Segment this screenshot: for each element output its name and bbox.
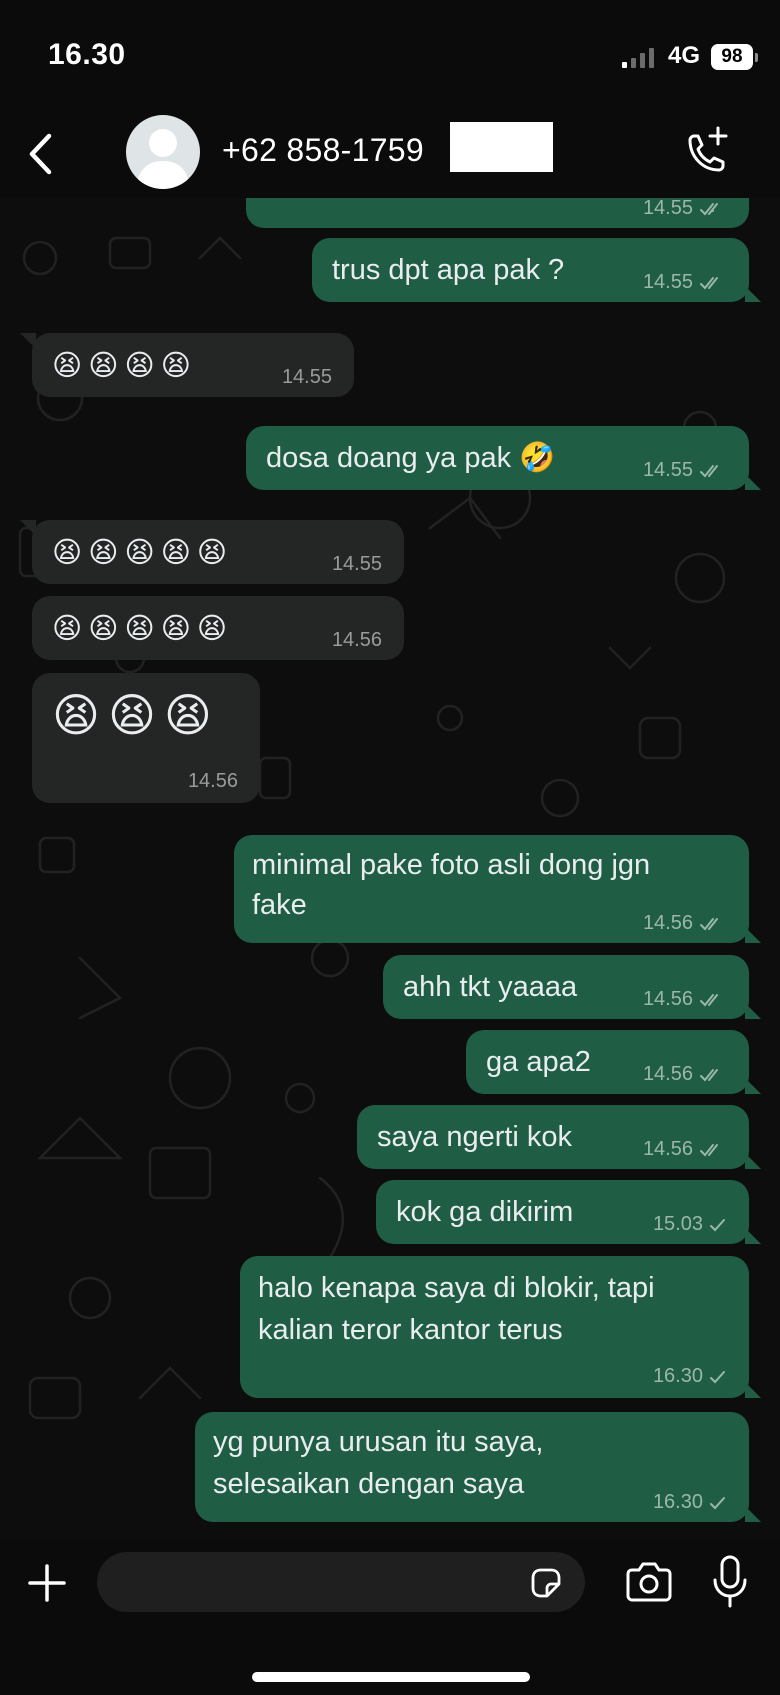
message-meta: 16.30 xyxy=(653,1491,727,1514)
network-type: 4G xyxy=(668,42,701,69)
message-input-wrapper xyxy=(97,1552,585,1614)
message-text-line: halo kenapa saya di blokir, tapi xyxy=(258,1272,655,1304)
message-text-line: fake xyxy=(252,889,307,921)
message-text: dosa doang ya pak 🤣 xyxy=(266,442,556,474)
message-bubble-outgoing[interactable]: trus dpt apa pak ? 14.55 xyxy=(312,238,761,302)
sticker-icon xyxy=(531,1568,561,1598)
back-button[interactable] xyxy=(14,124,66,184)
message-bubble-outgoing[interactable]: halo kenapa saya di blokir, tapi kalian … xyxy=(240,1256,761,1398)
message-composer xyxy=(0,1540,780,1695)
camera-button[interactable] xyxy=(624,1560,674,1604)
attach-button[interactable] xyxy=(24,1560,70,1606)
message-time: 14.55 xyxy=(331,553,382,575)
message-meta: 14.56 xyxy=(643,912,727,935)
message-text: 😫😫😫😫 xyxy=(52,348,197,382)
message-time: 15.03 xyxy=(652,1213,703,1235)
camera-icon xyxy=(626,1562,672,1602)
message-bubble-outgoing[interactable]: ahh tkt yaaaa 14.56 xyxy=(383,955,761,1019)
message-time: 14.56 xyxy=(642,912,693,934)
message-time: 14.56 xyxy=(331,629,382,651)
message-bubble-outgoing[interactable]: minimal pake foto asli dong jgn fake 14.… xyxy=(234,835,761,943)
message-text-line: kalian teror kantor terus xyxy=(258,1314,563,1346)
signal-icon xyxy=(622,46,654,68)
double-check-icon xyxy=(700,1143,718,1156)
message-meta: 14.56 xyxy=(643,1063,727,1086)
message-bubble-outgoing[interactable]: 14.55 xyxy=(246,198,749,228)
message-text: 😫😫😫😫😫 xyxy=(52,535,234,569)
double-check-icon xyxy=(700,202,718,215)
message-text: kok ga dikirim xyxy=(396,1196,574,1228)
plus-icon xyxy=(28,1564,66,1602)
message-time: 14.56 xyxy=(187,770,238,792)
message-time: 14.55 xyxy=(642,271,693,293)
message-text: 😫😫😫😫😫 xyxy=(52,611,234,645)
message-input[interactable] xyxy=(117,1552,521,1614)
microphone-button[interactable] xyxy=(710,1554,750,1610)
message-meta: 14.56 xyxy=(643,988,727,1011)
message-bubble-outgoing[interactable]: saya ngerti kok 14.56 xyxy=(357,1105,761,1169)
message-text-line: yg punya urusan itu saya, xyxy=(213,1426,544,1458)
double-check-icon xyxy=(700,1068,718,1081)
message-time: 16.30 xyxy=(652,1365,703,1387)
add-call-button[interactable] xyxy=(676,124,732,180)
message-time: 16.30 xyxy=(652,1491,703,1513)
message-bubble-incoming[interactable]: 😫😫😫😫😫 14.56 xyxy=(32,596,404,660)
check-icon xyxy=(710,1218,725,1231)
status-time: 16.30 xyxy=(48,38,126,71)
message-bubble-outgoing[interactable]: yg punya urusan itu saya, selesaikan den… xyxy=(195,1412,761,1522)
message-text: ga apa2 xyxy=(486,1046,591,1078)
message-meta: 14.55 xyxy=(643,198,727,220)
message-meta: 14.55 xyxy=(332,553,382,576)
message-bubble-outgoing[interactable]: ga apa2 14.56 xyxy=(466,1030,761,1094)
sticker-button[interactable] xyxy=(529,1566,563,1600)
message-meta: 16.30 xyxy=(653,1365,727,1388)
message-bubble-outgoing[interactable]: dosa doang ya pak 🤣 14.55 xyxy=(246,426,761,490)
check-icon xyxy=(710,1496,725,1509)
message-meta: 14.56 xyxy=(332,629,382,652)
message-time: 14.56 xyxy=(642,988,693,1010)
battery-level: 98 xyxy=(711,44,758,70)
message-list[interactable]: 14.55 trus dpt apa pak ? 14.55 😫😫😫😫 14.5… xyxy=(0,198,780,1540)
double-check-icon xyxy=(700,464,718,477)
message-time: 14.56 xyxy=(642,1138,693,1160)
message-time: 14.55 xyxy=(281,366,332,388)
message-meta: 15.03 xyxy=(653,1213,727,1236)
message-text: 😫😫😫 xyxy=(52,688,220,742)
message-bubble-incoming[interactable]: 😫😫😫😫😫 14.55 xyxy=(20,520,404,584)
message-text-line: minimal pake foto asli dong jgn xyxy=(252,849,651,881)
double-check-icon xyxy=(700,276,718,289)
message-time: 14.56 xyxy=(642,1063,693,1085)
message-meta: 14.55 xyxy=(282,366,332,389)
double-check-icon xyxy=(700,993,718,1006)
avatar[interactable] xyxy=(126,115,200,189)
check-icon xyxy=(710,1370,725,1383)
message-meta: 14.56 xyxy=(643,1138,727,1161)
message-text: saya ngerti kok xyxy=(377,1121,573,1153)
double-check-icon xyxy=(700,917,718,930)
message-time: 14.55 xyxy=(642,198,693,219)
message-bubble-incoming[interactable]: 😫😫😫 14.56 xyxy=(32,673,260,803)
message-meta: 14.55 xyxy=(643,271,727,294)
home-indicator xyxy=(252,1672,530,1682)
message-meta: 14.55 xyxy=(643,459,727,482)
message-meta: 14.56 xyxy=(188,770,238,793)
chat-header: +62 858-1759 xyxy=(0,110,780,198)
contact-name[interactable]: +62 858-1759 xyxy=(222,132,424,169)
message-text: trus dpt apa pak ? xyxy=(332,254,565,286)
message-text: ahh tkt yaaaa xyxy=(403,971,578,1003)
message-bubble-outgoing[interactable]: kok ga dikirim 15.03 xyxy=(376,1180,761,1244)
chevron-left-icon xyxy=(29,133,52,175)
default-avatar-icon xyxy=(136,129,190,189)
add-call-icon xyxy=(688,126,728,172)
redaction-box xyxy=(450,122,553,172)
status-bar: 16.30 4G 98 xyxy=(0,0,780,110)
message-text-line: selesaikan dengan saya xyxy=(213,1468,525,1500)
message-time: 14.55 xyxy=(642,459,693,481)
message-bubble-incoming[interactable]: 😫😫😫😫 14.55 xyxy=(20,333,354,397)
microphone-icon xyxy=(713,1555,747,1608)
